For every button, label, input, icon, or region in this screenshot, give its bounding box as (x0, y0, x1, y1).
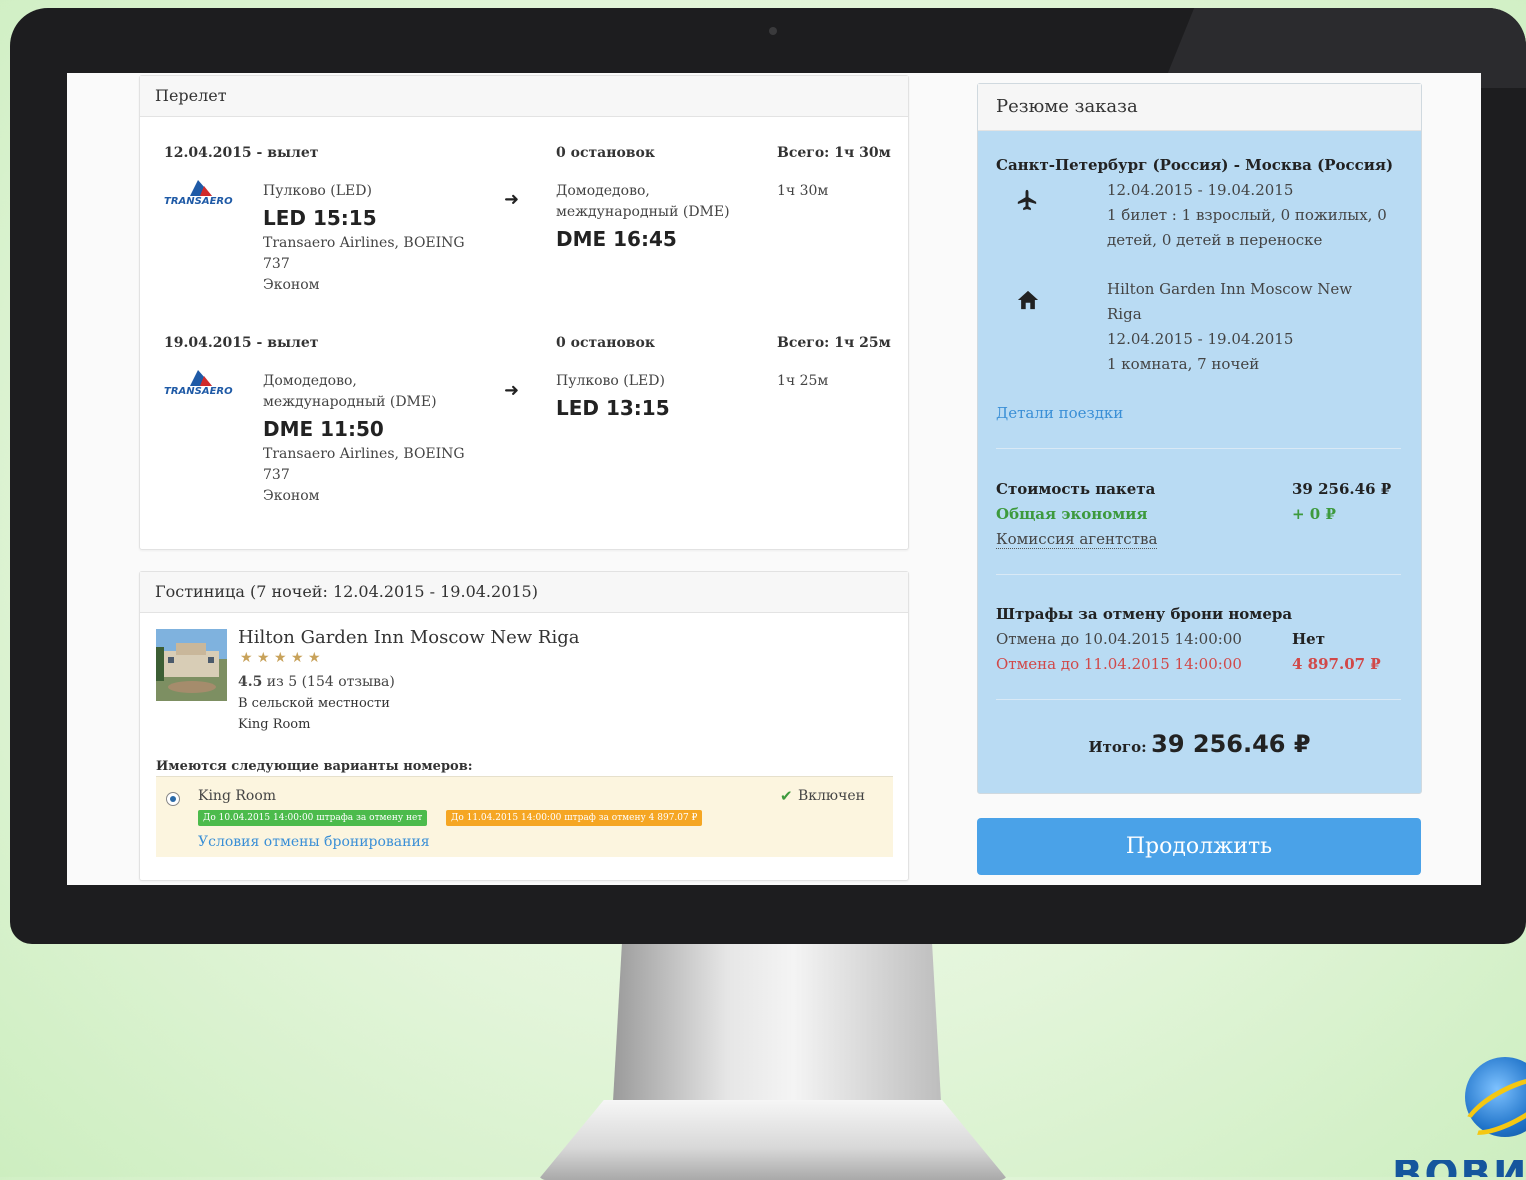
arrow-right-icon: ➜ (504, 189, 520, 210)
summary-flight-dates: 12.04.2015 - 19.04.2015 (1107, 181, 1294, 199)
divider (996, 448, 1401, 449)
leg2-departure-time: DME 11:50 (263, 417, 384, 441)
leg2-arrival-time: LED 13:15 (556, 396, 670, 420)
hotel-panel: Гостиница (7 ночей: 12.04.2015 - 19.04.2… (139, 571, 909, 881)
summary-hotel-dates: 12.04.2015 - 19.04.2015 (1107, 330, 1294, 348)
hotel-rating: 4.5 из 5 (154 отзыва) (238, 674, 395, 690)
leg1-class: Эконом (263, 277, 320, 293)
hotel-panel-title: Гостиница (7 ночей: 12.04.2015 - 19.04.2… (140, 572, 908, 613)
screen: Перелет 12.04.2015 - вылет 0 остановок В… (67, 73, 1481, 885)
hotel-location: В сельской местности (238, 696, 390, 711)
package-cost-value: 39 256.46 ₽ (1292, 480, 1392, 498)
radio-selected-icon[interactable] (166, 792, 180, 806)
divider (996, 574, 1401, 575)
leg1-stops: 0 остановок (556, 145, 655, 161)
hotel-rating-value: 4.5 (238, 674, 263, 690)
leg2-airline: Transaero Airlines, BOEING (263, 446, 465, 462)
summary-route: Санкт-Петербург (Россия) - Москва (Росси… (996, 156, 1394, 174)
savings-value: + 0 ₽ (1292, 505, 1336, 523)
total-value: 39 256.46 ₽ (1151, 730, 1311, 758)
transaero-logo: TRANSAERO (164, 370, 233, 396)
savings-label: Общая экономия (996, 505, 1148, 523)
transaero-logo-text: TRANSAERO (164, 196, 233, 206)
leg1-departure-time: LED 15:15 (263, 206, 377, 230)
leg2-stops: 0 остановок (556, 335, 655, 351)
leg2-departure-airport: Домодедово, (263, 373, 357, 389)
hotel-photo[interactable] (156, 629, 227, 701)
leg1-total: Всего: 1ч 30м (777, 145, 891, 161)
room-option-status: Включен (798, 788, 865, 804)
order-summary-panel: Резюме заказа Санкт-Петербург (Россия) -… (977, 83, 1422, 794)
trip-details-link[interactable]: Детали поездки (996, 404, 1123, 422)
room-option-name: King Room (198, 788, 277, 804)
leg1-arrival-airport: Домодедово, (556, 183, 650, 199)
agency-commission-label[interactable]: Комиссия агентства (996, 530, 1158, 549)
divider (996, 699, 1401, 700)
globe-logo-icon (1455, 1057, 1526, 1147)
monitor-base (538, 1100, 1008, 1180)
leg1-arrival-time: DME 16:45 (556, 227, 677, 251)
cancellation-terms-link[interactable]: Условия отмены бронирования (198, 834, 430, 850)
penalty-1-value: Нет (1292, 630, 1326, 648)
leg1-arrival-airport-2: международный (DME) (556, 204, 730, 220)
summary-hotel-1: Hilton Garden Inn Moscow New (1107, 280, 1353, 298)
webcam-dot (769, 27, 777, 35)
flight-panel-title: Перелет (140, 76, 908, 117)
leg2-aircraft: 737 (263, 467, 290, 483)
room-option-row[interactable]: King Room ✔ Включен До 10.04.2015 14:00:… (156, 776, 893, 857)
penalty-1-label: Отмена до 10.04.2015 14:00:00 (996, 630, 1242, 648)
leg2-class: Эконом (263, 488, 320, 504)
leg2-total: Всего: 1ч 25м (777, 335, 891, 351)
airplane-icon (1017, 189, 1037, 211)
hotel-rating-rest: из 5 (154 отзыва) (262, 674, 395, 690)
transaero-logo-text: TRANSAERO (164, 386, 233, 396)
summary-tickets-1: 1 билет : 1 взрослый, 0 пожилых, 0 (1107, 206, 1387, 224)
continue-button[interactable]: Продолжить (977, 818, 1421, 875)
badge-no-penalty: До 10.04.2015 14:00:00 штрафа за отмену … (198, 810, 428, 826)
order-summary-title: Резюме заказа (978, 84, 1421, 131)
leg2-arrival-airport: Пулково (LED) (556, 373, 665, 389)
penalty-2-label: Отмена до 11.04.2015 14:00:00 (996, 655, 1242, 673)
leg1-airline: Transaero Airlines, BOEING (263, 235, 465, 251)
hotel-room: King Room (238, 717, 311, 732)
total-label: Итого: (1088, 738, 1147, 756)
check-icon: ✔ (780, 787, 793, 805)
transaero-logo: TRANSAERO (164, 180, 233, 206)
flight-panel: Перелет 12.04.2015 - вылет 0 остановок В… (139, 75, 909, 550)
arrow-right-icon: ➜ (504, 380, 520, 401)
penalty-2-value: 4 897.07 ₽ (1292, 655, 1381, 673)
summary-tickets-2: детей, 0 детей в переноске (1107, 231, 1323, 249)
hotel-stars: ★ ★ ★ ★ ★ (240, 650, 321, 666)
leg2-departure-airport-2: международный (DME) (263, 394, 437, 410)
leg1-date: 12.04.2015 - вылет (164, 145, 319, 161)
summary-hotel-rooms: 1 комната, 7 ночей (1107, 355, 1260, 373)
leg1-departure-airport: Пулково (LED) (263, 183, 372, 199)
brand-logo-text: ВОВИ (1392, 1160, 1526, 1177)
badge-penalty: До 11.04.2015 14:00:00 штраф за отмену 4… (446, 810, 703, 826)
leg2-date: 19.04.2015 - вылет (164, 335, 319, 351)
leg1-aircraft: 737 (263, 256, 290, 272)
home-icon (1017, 290, 1039, 310)
package-cost-label: Стоимость пакета (996, 480, 1156, 498)
room-options-title: Имеются следующие варианты номеров: (156, 759, 473, 774)
monitor-stand (612, 944, 942, 1119)
hotel-name[interactable]: Hilton Garden Inn Moscow New Riga (238, 627, 579, 648)
leg2-duration: 1ч 25м (777, 373, 829, 389)
order-total: Итого: 39 256.46 ₽ (978, 730, 1421, 758)
leg1-duration: 1ч 30м (777, 183, 829, 199)
penalties-title: Штрафы за отмену брони номера (996, 605, 1293, 623)
summary-hotel-2: Riga (1107, 305, 1142, 323)
